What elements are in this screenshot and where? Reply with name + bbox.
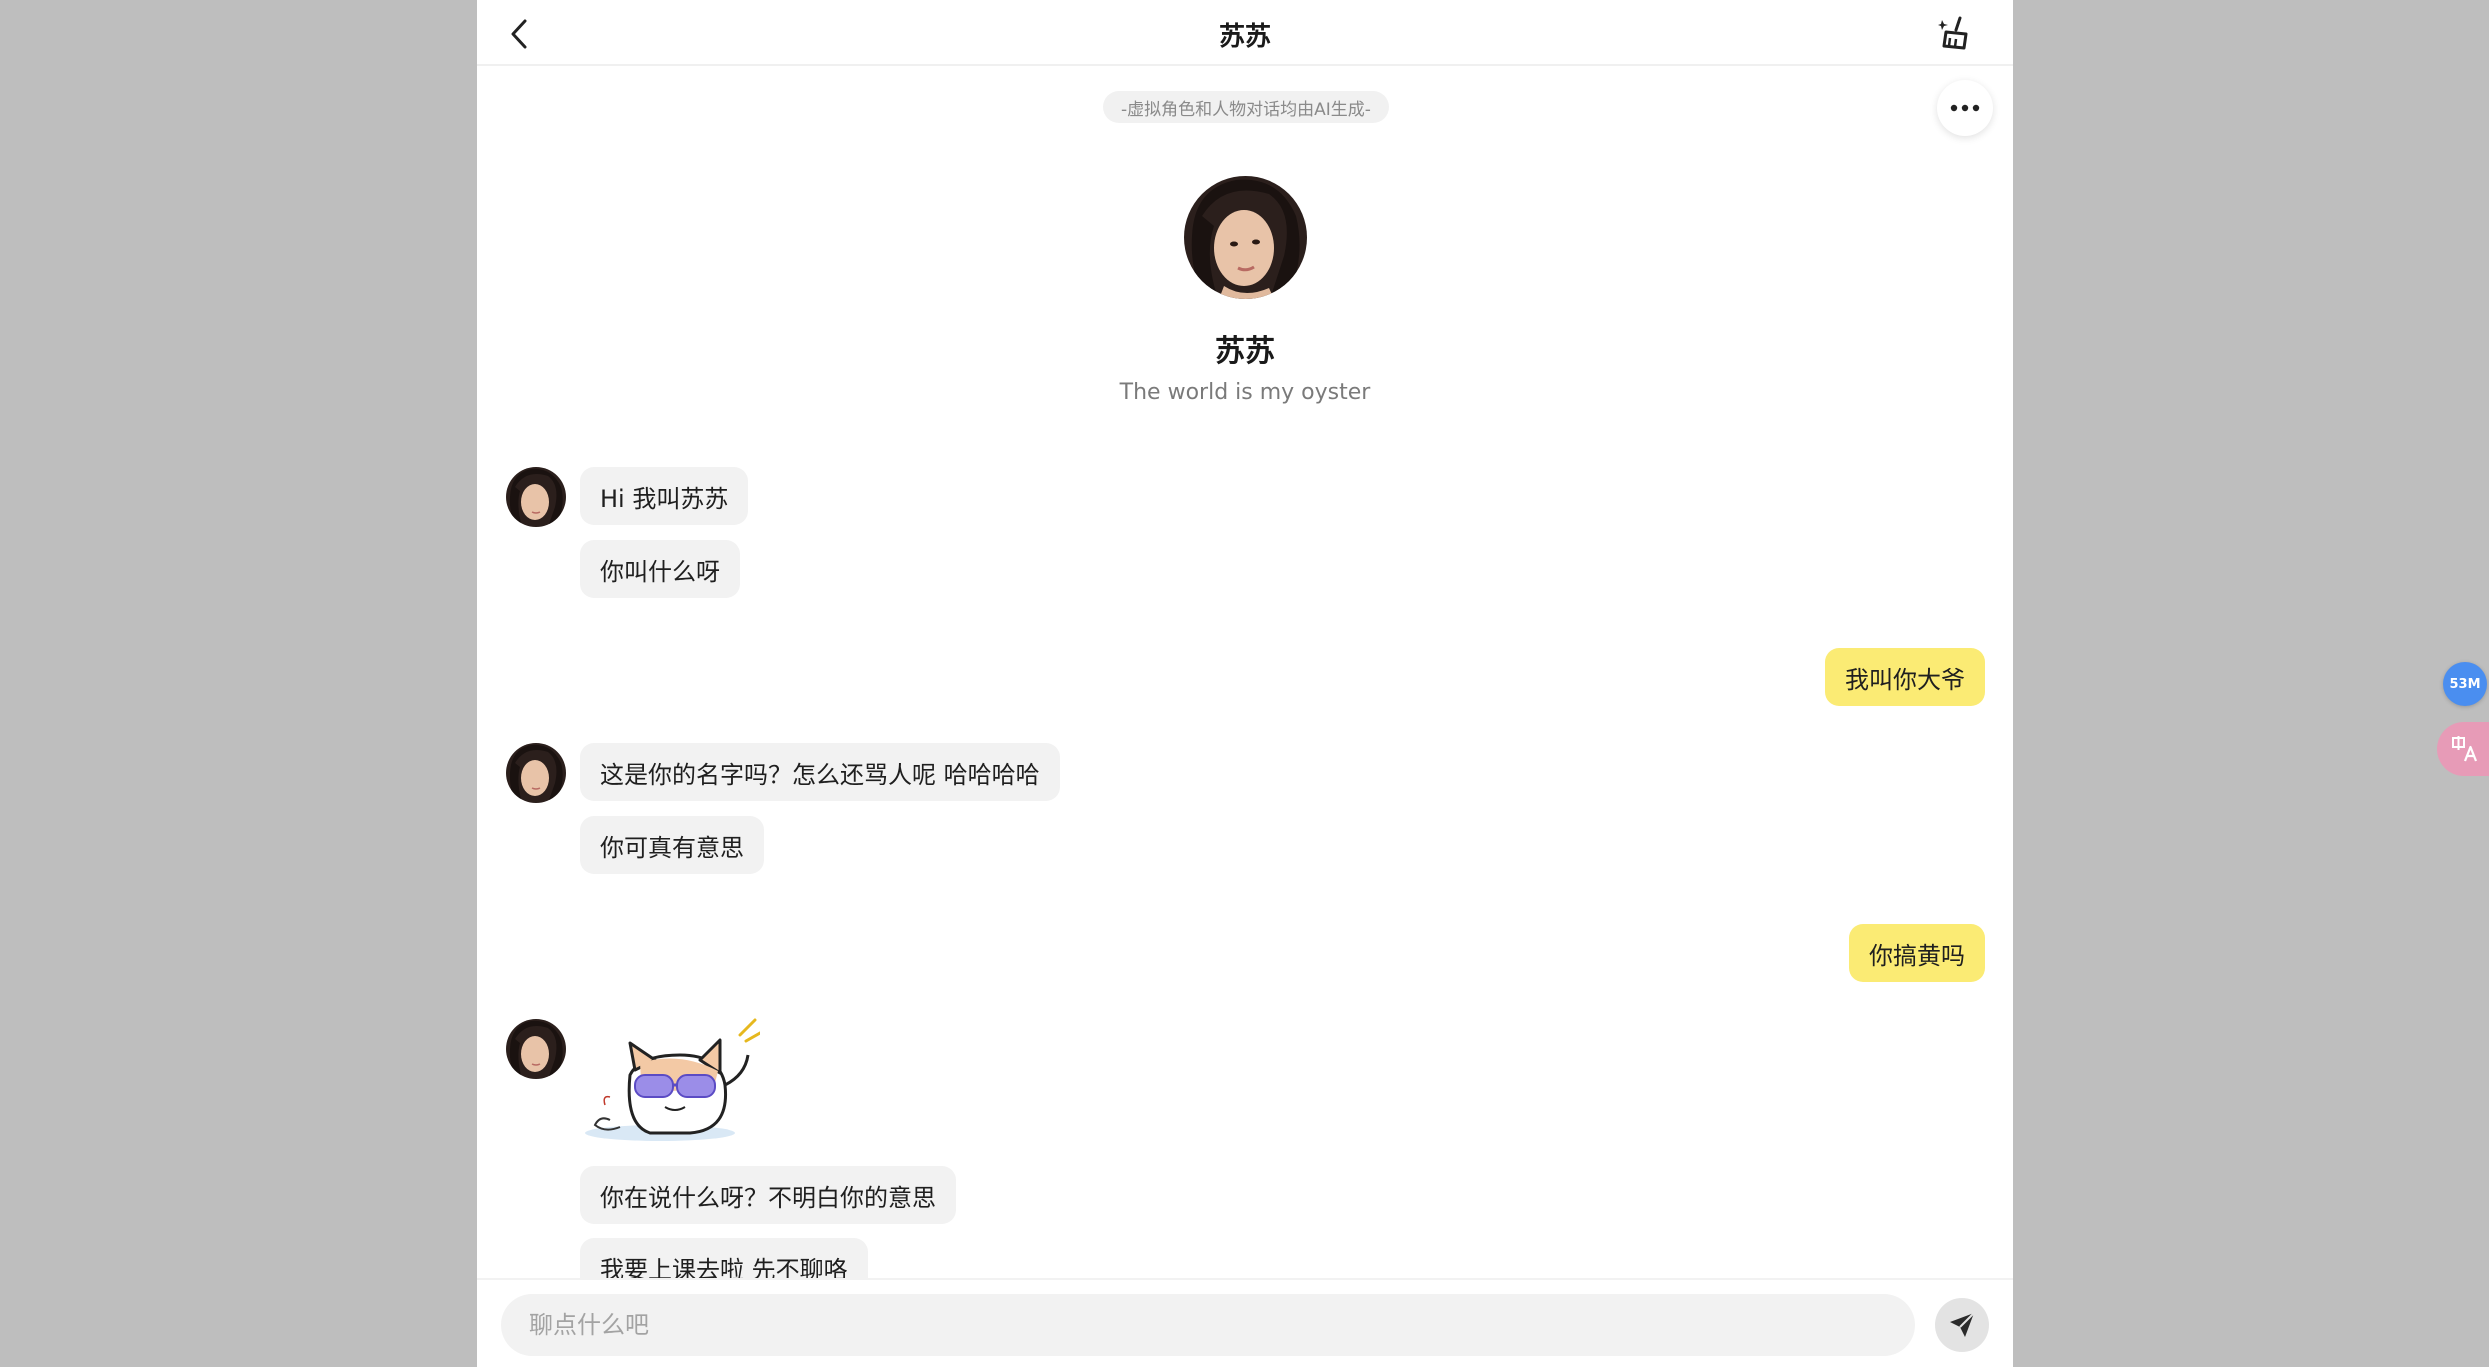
message-bubble-user: 你搞黄吗 (1849, 924, 1985, 982)
ai-disclaimer: -虚拟角色和人物对话均由AI生成- (1103, 91, 1389, 123)
profile-avatar[interactable] (1184, 176, 1307, 299)
bot-avatar[interactable] (506, 467, 566, 527)
message-bubble-bot: 你可真有意思 (580, 816, 764, 874)
send-button[interactable] (1935, 1298, 1989, 1352)
broom-icon (1938, 16, 1968, 50)
message-bubble-bot: 这是你的名字吗？怎么还骂人呢 哈哈哈哈 (580, 743, 1060, 801)
message-input[interactable] (501, 1294, 1915, 1356)
top-bar: 苏苏 (477, 0, 2013, 66)
message-bubble-bot: 你叫什么呀 (580, 540, 740, 598)
message-bubble-bot: Hi 我叫苏苏 (580, 467, 749, 525)
page-title: 苏苏 (1218, 22, 1271, 52)
input-bar (477, 1278, 2013, 1367)
more-horizontal-icon (1950, 104, 1980, 112)
send-arrow-icon (1950, 1312, 1975, 1337)
message-bubble-bot: 你在说什么呀？不明白你的意思 (580, 1166, 956, 1224)
sticker-message[interactable] (580, 1015, 762, 1145)
chat-app: 苏苏 -虚拟角色和人物对话均由AI生成- 苏苏 The world is my … (477, 0, 2013, 1367)
profile-bio: The world is my oyster (1119, 380, 1371, 405)
clear-chat-button[interactable] (1935, 14, 1975, 54)
bot-avatar[interactable] (506, 743, 566, 803)
translate-icon (2452, 736, 2478, 762)
translate-button[interactable] (2437, 722, 2489, 776)
cat-sticker-icon (585, 1018, 762, 1141)
profile-name: 苏苏 (1215, 334, 1275, 369)
memory-badge[interactable]: 53M (2443, 662, 2487, 706)
bot-avatar[interactable] (506, 1019, 566, 1079)
message-bubble-user: 我叫你大爷 (1825, 648, 1985, 706)
more-button[interactable] (1937, 80, 1993, 136)
